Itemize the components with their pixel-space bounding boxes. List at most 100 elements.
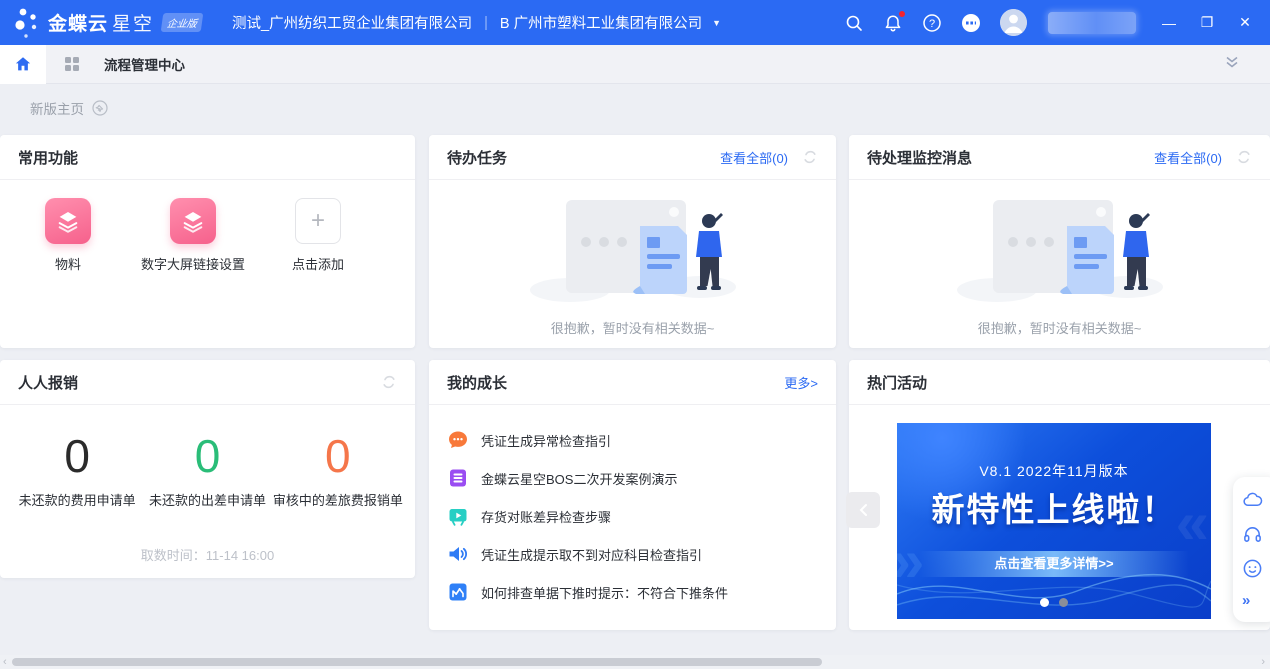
view-all-link[interactable]: 查看全部(0)	[720, 148, 788, 167]
card-hot-activities: 热门活动 « » V8.1 2022年11月版本 新特性上线啦！ 点击查看更多详…	[849, 360, 1270, 630]
card-title: 待处理监控消息	[867, 147, 972, 168]
growth-item[interactable]: 金蝶云星空BOS二次开发案例演示	[447, 459, 818, 497]
view-all-link[interactable]: 查看全部(0)	[1154, 148, 1222, 167]
stat-unrepaid-expense[interactable]: 0 未还款的费用申请单	[12, 431, 142, 509]
smiley-icon[interactable]	[1242, 558, 1263, 579]
scrollbar-thumb[interactable]	[12, 658, 822, 666]
card-header: 热门活动	[849, 360, 1270, 405]
maximize-button[interactable]: ❐	[1188, 0, 1226, 45]
shortcut-material[interactable]: 物料	[23, 198, 113, 273]
more-link[interactable]: 更多>	[784, 373, 818, 392]
empty-state: 很抱歉，暂时没有相关数据~	[429, 180, 836, 337]
document-icon	[447, 467, 469, 489]
horizontal-scrollbar[interactable]: ‹ ›	[0, 655, 1270, 669]
growth-item-label: 凭证生成提示取不到对应科目检查指引	[481, 545, 702, 564]
growth-item-label: 金蝶云星空BOS二次开发案例演示	[481, 469, 677, 488]
card-title: 常用功能	[18, 147, 78, 168]
stat-auditing-travel-expense[interactable]: 0 审核中的差旅费报销单	[273, 431, 403, 509]
card-header: 我的成长 更多>	[429, 360, 836, 405]
card-header: 人人报销	[0, 360, 415, 405]
reimbursement-stats: 0 未还款的费用申请单 0 未还款的出差申请单 0 审核中的差旅费报销单	[0, 405, 415, 509]
minimize-button[interactable]: —	[1150, 0, 1188, 45]
no-data-illustration	[955, 194, 1165, 312]
carousel-dot-active[interactable]	[1040, 598, 1049, 607]
support-icon[interactable]	[961, 13, 981, 33]
empty-state: 很抱歉，暂时没有相关数据~	[849, 180, 1270, 337]
logo-dots-icon	[12, 4, 42, 42]
edition-badge: 企业版	[161, 13, 204, 32]
home-icon	[14, 55, 32, 73]
scroll-right-icon[interactable]: ›	[1261, 655, 1265, 669]
promo-banner[interactable]: « » V8.1 2022年11月版本 新特性上线啦！ 点击查看更多详情>>	[897, 423, 1211, 619]
home-page-label[interactable]: 新版主页	[30, 98, 84, 118]
stat-value: 0	[273, 431, 403, 482]
banner-subtitle: V8.1 2022年11月版本	[897, 461, 1211, 481]
growth-item[interactable]: 如何排查单据下推时提示：不符合下推条件	[447, 573, 818, 611]
avatar[interactable]	[1000, 9, 1027, 36]
banner-waves	[897, 559, 1211, 619]
organization-switcher[interactable]: 测试_广州纺织工贸企业集团有限公司 | B 广州市塑料工业集团有限公司 ▼	[232, 12, 721, 33]
brand-name: 金蝶云 星空	[48, 9, 154, 36]
function-shortcuts: 物料 数字大屏链接设置 + 点击添加	[0, 180, 415, 273]
chevron-down-icon[interactable]: ▼	[712, 18, 721, 28]
empty-text: 很抱歉，暂时没有相关数据~	[551, 318, 715, 337]
breadcrumb: 新版主页	[30, 98, 108, 118]
scroll-left-icon[interactable]: ‹	[3, 655, 7, 669]
org-secondary[interactable]: B 广州市塑料工业集团有限公司	[500, 12, 702, 33]
shortcut-bigscreen-link[interactable]: 数字大屏链接设置	[138, 198, 248, 273]
growth-item-label: 如何排查单据下推时提示：不符合下推条件	[481, 583, 728, 602]
card-header: 待办任务 查看全部(0)	[429, 135, 836, 180]
help-icon[interactable]: ?	[922, 13, 942, 33]
top-bar: 金蝶云 星空 企业版 测试_广州纺织工贸企业集团有限公司 | B 广州市塑料工业…	[0, 0, 1270, 45]
headset-icon[interactable]	[1242, 524, 1263, 545]
close-button[interactable]: ✕	[1226, 0, 1264, 45]
cloud-icon[interactable]	[1242, 490, 1263, 511]
app-window: 金蝶云 星空 企业版 测试_广州纺织工贸企业集团有限公司 | B 广州市塑料工业…	[0, 0, 1270, 669]
card-header: 待处理监控消息 查看全部(0)	[849, 135, 1270, 180]
shortcut-label: 物料	[55, 254, 81, 273]
add-shortcut-label: 点击添加	[292, 254, 344, 273]
layers-icon	[45, 198, 91, 244]
card-reimbursement: 人人报销 0 未还款的费用申请单 0 未还款的出差申请单 0 审核中的差旅费报销…	[0, 360, 415, 578]
empty-text: 很抱歉，暂时没有相关数据~	[978, 318, 1142, 337]
layers-icon	[170, 198, 216, 244]
svg-text:?: ?	[929, 18, 935, 30]
refresh-icon[interactable]	[1236, 149, 1252, 165]
refresh-icon[interactable]	[381, 374, 397, 390]
card-header: 常用功能	[0, 135, 415, 180]
stat-label: 未还款的出差申请单	[142, 490, 272, 509]
home-tab[interactable]	[0, 45, 46, 84]
card-my-growth: 我的成长 更多> 凭证生成异常检查指引 金蝶云星空BOS二次开发案例演示	[429, 360, 836, 630]
card-title: 我的成长	[447, 372, 507, 393]
carousel-dots	[897, 598, 1211, 607]
search-icon[interactable]	[844, 13, 864, 33]
carousel-dot[interactable]	[1059, 598, 1068, 607]
growth-item[interactable]: 凭证生成异常检查指引	[447, 421, 818, 459]
card-common-functions: 常用功能 物料 数字大屏链接设置 + 点击添加	[0, 135, 415, 348]
speaker-icon	[447, 543, 469, 565]
brand-light: 星空	[112, 9, 154, 36]
add-shortcut-button[interactable]: + 点击添加	[273, 198, 363, 273]
card-title: 人人报销	[18, 372, 78, 393]
tab-process-center[interactable]: 流程管理中心	[104, 54, 185, 74]
double-chevron-down-icon[interactable]	[1224, 54, 1240, 75]
stat-label: 审核中的差旅费报销单	[273, 490, 403, 509]
growth-item[interactable]: 凭证生成提示取不到对应科目检查指引	[447, 535, 818, 573]
menu-grid-button[interactable]	[58, 50, 86, 78]
bell-icon[interactable]	[883, 13, 903, 33]
window-controls: — ❐ ✕	[1150, 0, 1264, 45]
pin-icon[interactable]	[92, 100, 108, 116]
stat-unrepaid-travel[interactable]: 0 未还款的出差申请单	[142, 431, 272, 509]
growth-item[interactable]: 存货对账差异检查步骤	[447, 497, 818, 535]
main-content: 新版主页 常用功能 物料	[0, 84, 1270, 669]
double-chevron-right-icon[interactable]: »	[1242, 592, 1250, 609]
user-name-redacted	[1048, 12, 1136, 34]
video-play-icon	[447, 505, 469, 527]
tab-bar: 流程管理中心	[0, 45, 1270, 84]
stat-label: 未还款的费用申请单	[12, 490, 142, 509]
carousel-prev-button[interactable]	[846, 492, 880, 528]
app-logo: 金蝶云 星空 企业版	[12, 4, 202, 42]
org-primary: 测试_广州纺织工贸企业集团有限公司	[232, 12, 472, 33]
no-data-illustration	[528, 194, 738, 312]
refresh-icon[interactable]	[802, 149, 818, 165]
